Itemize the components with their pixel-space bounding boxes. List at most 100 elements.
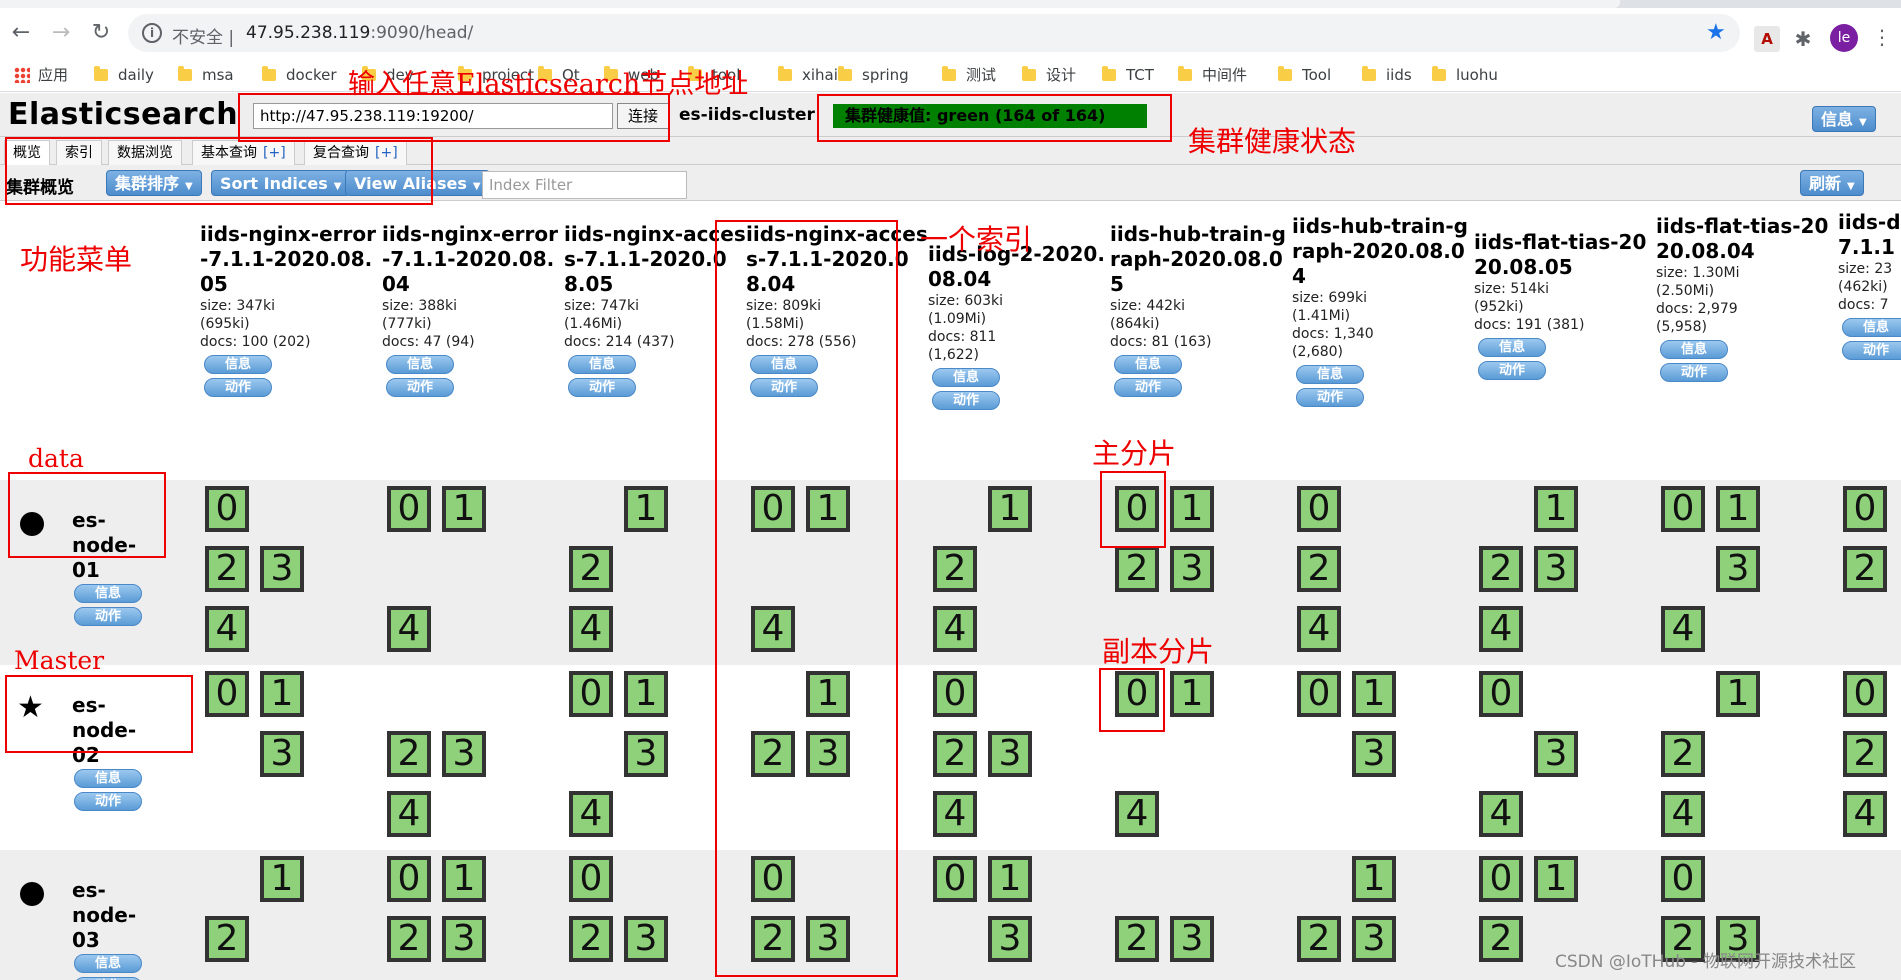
bookmark-9[interactable]: xihai bbox=[778, 64, 838, 86]
bookmark-0[interactable]: 应用 bbox=[14, 64, 68, 86]
node-info-button[interactable]: 信息 bbox=[74, 769, 142, 788]
shard-box[interactable]: 0 bbox=[1843, 671, 1887, 717]
shard-box[interactable]: 2 bbox=[205, 546, 249, 592]
shard-box[interactable]: 4 bbox=[1297, 606, 1341, 652]
bookmark-17[interactable]: luohu bbox=[1432, 64, 1498, 86]
shard-box[interactable]: 4 bbox=[1843, 791, 1887, 837]
shard-box[interactable]: 2 bbox=[1115, 916, 1159, 962]
index-info-button[interactable]: 信息 bbox=[386, 355, 454, 374]
shard-box[interactable]: 4 bbox=[1479, 606, 1523, 652]
index-action-button[interactable]: 动作 bbox=[204, 378, 272, 397]
shard-box[interactable]: 0 bbox=[205, 671, 249, 717]
tab-plus[interactable]: [+] bbox=[375, 145, 398, 161]
shard-box[interactable]: 3 bbox=[988, 916, 1032, 962]
index-name[interactable]: iids-nginx-error-7.1.1-2020.08.04 bbox=[382, 222, 564, 297]
forward-icon[interactable]: → bbox=[46, 18, 76, 48]
pdf-extension-icon[interactable]: A bbox=[1754, 26, 1780, 52]
shard-box[interactable]: 1 bbox=[988, 486, 1032, 532]
shard-box[interactable]: 2 bbox=[751, 731, 795, 777]
shard-box[interactable]: 3 bbox=[988, 731, 1032, 777]
shard-box[interactable]: 4 bbox=[387, 606, 431, 652]
shard-box[interactable]: 1 bbox=[1352, 671, 1396, 717]
index-action-button[interactable]: 动作 bbox=[1114, 378, 1182, 397]
shard-box[interactable]: 1 bbox=[1170, 671, 1214, 717]
shard-box[interactable]: 3 bbox=[624, 916, 668, 962]
shard-box[interactable]: 0 bbox=[933, 856, 977, 902]
index-action-button[interactable]: 动作 bbox=[1842, 341, 1901, 360]
shard-box[interactable]: 3 bbox=[1352, 916, 1396, 962]
shard-box[interactable]: 0 bbox=[205, 486, 249, 532]
shard-box[interactable]: 4 bbox=[933, 791, 977, 837]
index-name[interactable]: iids-dock rabbi 7.1.1 2020 bbox=[1838, 210, 1901, 260]
bookmark-14[interactable]: 中间件 bbox=[1178, 64, 1247, 86]
index-name[interactable]: iids-nginx-access-7.1.1-2020.08.04 bbox=[746, 222, 928, 297]
shard-box[interactable]: 2 bbox=[569, 546, 613, 592]
shard-box[interactable]: 0 bbox=[1661, 856, 1705, 902]
node-action-button[interactable]: 动作 bbox=[74, 607, 142, 626]
shard-box[interactable]: 3 bbox=[442, 731, 486, 777]
shard-box[interactable]: 1 bbox=[988, 856, 1032, 902]
shard-box[interactable]: 2 bbox=[1297, 546, 1341, 592]
index-filter-input[interactable]: Index Filter bbox=[482, 171, 687, 199]
index-info-button[interactable]: 信息 bbox=[1842, 318, 1901, 337]
cluster-sort-button[interactable]: 集群排序 ▼ bbox=[106, 170, 202, 196]
shard-box[interactable]: 1 bbox=[260, 671, 304, 717]
info-menu-button[interactable]: 信息 ▼ bbox=[1812, 106, 1876, 132]
shard-box[interactable]: 2 bbox=[1297, 916, 1341, 962]
shard-box[interactable]: 1 bbox=[806, 671, 850, 717]
shard-box[interactable]: 3 bbox=[1534, 546, 1578, 592]
index-info-button[interactable]: 信息 bbox=[1660, 340, 1728, 359]
index-info-button[interactable]: 信息 bbox=[750, 355, 818, 374]
shard-box[interactable]: 2 bbox=[1479, 916, 1523, 962]
index-action-button[interactable]: 动作 bbox=[386, 378, 454, 397]
node-info-button[interactable]: 信息 bbox=[74, 584, 142, 603]
shard-box[interactable]: 1 bbox=[442, 856, 486, 902]
tab-1[interactable]: 索引 bbox=[56, 140, 102, 165]
index-name[interactable]: iids-flat-tias-2020.08.04 bbox=[1656, 214, 1838, 264]
shard-box[interactable]: 2 bbox=[1661, 731, 1705, 777]
shard-box[interactable]: 2 bbox=[1115, 546, 1159, 592]
shard-box[interactable]: 2 bbox=[933, 731, 977, 777]
shard-box[interactable]: 0 bbox=[1115, 486, 1159, 532]
shard-box[interactable]: 2 bbox=[1843, 731, 1887, 777]
shard-box[interactable]: 3 bbox=[260, 731, 304, 777]
shard-box[interactable]: 2 bbox=[387, 731, 431, 777]
shard-box[interactable]: 1 bbox=[442, 486, 486, 532]
connect-button[interactable]: 连接 bbox=[617, 103, 669, 129]
shard-box[interactable]: 1 bbox=[260, 856, 304, 902]
index-action-button[interactable]: 动作 bbox=[750, 378, 818, 397]
sort-indices-button[interactable]: Sort Indices ▼ bbox=[211, 170, 351, 196]
tab-2[interactable]: 数据浏览 bbox=[108, 140, 182, 165]
tab-3[interactable]: 基本查询 [+] bbox=[192, 140, 295, 165]
shard-box[interactable]: 4 bbox=[1479, 791, 1523, 837]
shard-box[interactable]: 0 bbox=[1661, 486, 1705, 532]
shard-box[interactable]: 1 bbox=[1716, 486, 1760, 532]
bookmark-1[interactable]: daily bbox=[94, 64, 154, 86]
shard-box[interactable]: 3 bbox=[806, 916, 850, 962]
bookmark-3[interactable]: docker bbox=[262, 64, 337, 86]
shard-box[interactable]: 2 bbox=[205, 916, 249, 962]
index-info-button[interactable]: 信息 bbox=[1296, 365, 1364, 384]
shard-box[interactable]: 2 bbox=[1479, 546, 1523, 592]
shard-box[interactable]: 1 bbox=[624, 671, 668, 717]
shard-box[interactable]: 0 bbox=[569, 671, 613, 717]
bookmark-13[interactable]: TCT bbox=[1102, 64, 1154, 86]
index-name[interactable]: iids-hub-train-graph-2020.08.05 bbox=[1110, 222, 1292, 297]
view-aliases-button[interactable]: View Aliases ▼ bbox=[345, 170, 490, 196]
shard-box[interactable]: 2 bbox=[569, 916, 613, 962]
index-name[interactable]: iids-nginx-error-7.1.1-2020.08.05 bbox=[200, 222, 382, 297]
bookmark-15[interactable]: Tool bbox=[1278, 64, 1331, 86]
shard-box[interactable]: 1 bbox=[624, 486, 668, 532]
shard-box[interactable]: 3 bbox=[260, 546, 304, 592]
shard-box[interactable]: 0 bbox=[751, 486, 795, 532]
index-name[interactable]: iids-hub-train-graph-2020.08.04 bbox=[1292, 214, 1474, 289]
shard-box[interactable]: 0 bbox=[751, 856, 795, 902]
shard-box[interactable]: 2 bbox=[751, 916, 795, 962]
shard-box[interactable]: 1 bbox=[1170, 486, 1214, 532]
shard-box[interactable]: 2 bbox=[387, 916, 431, 962]
shard-box[interactable]: 1 bbox=[1534, 486, 1578, 532]
shard-box[interactable]: 4 bbox=[933, 606, 977, 652]
info-icon[interactable]: i bbox=[142, 23, 162, 43]
address-bar[interactable]: i 不安全 | 47.95.238.119:9090/head/ bbox=[128, 14, 1740, 52]
shard-box[interactable]: 4 bbox=[1661, 606, 1705, 652]
